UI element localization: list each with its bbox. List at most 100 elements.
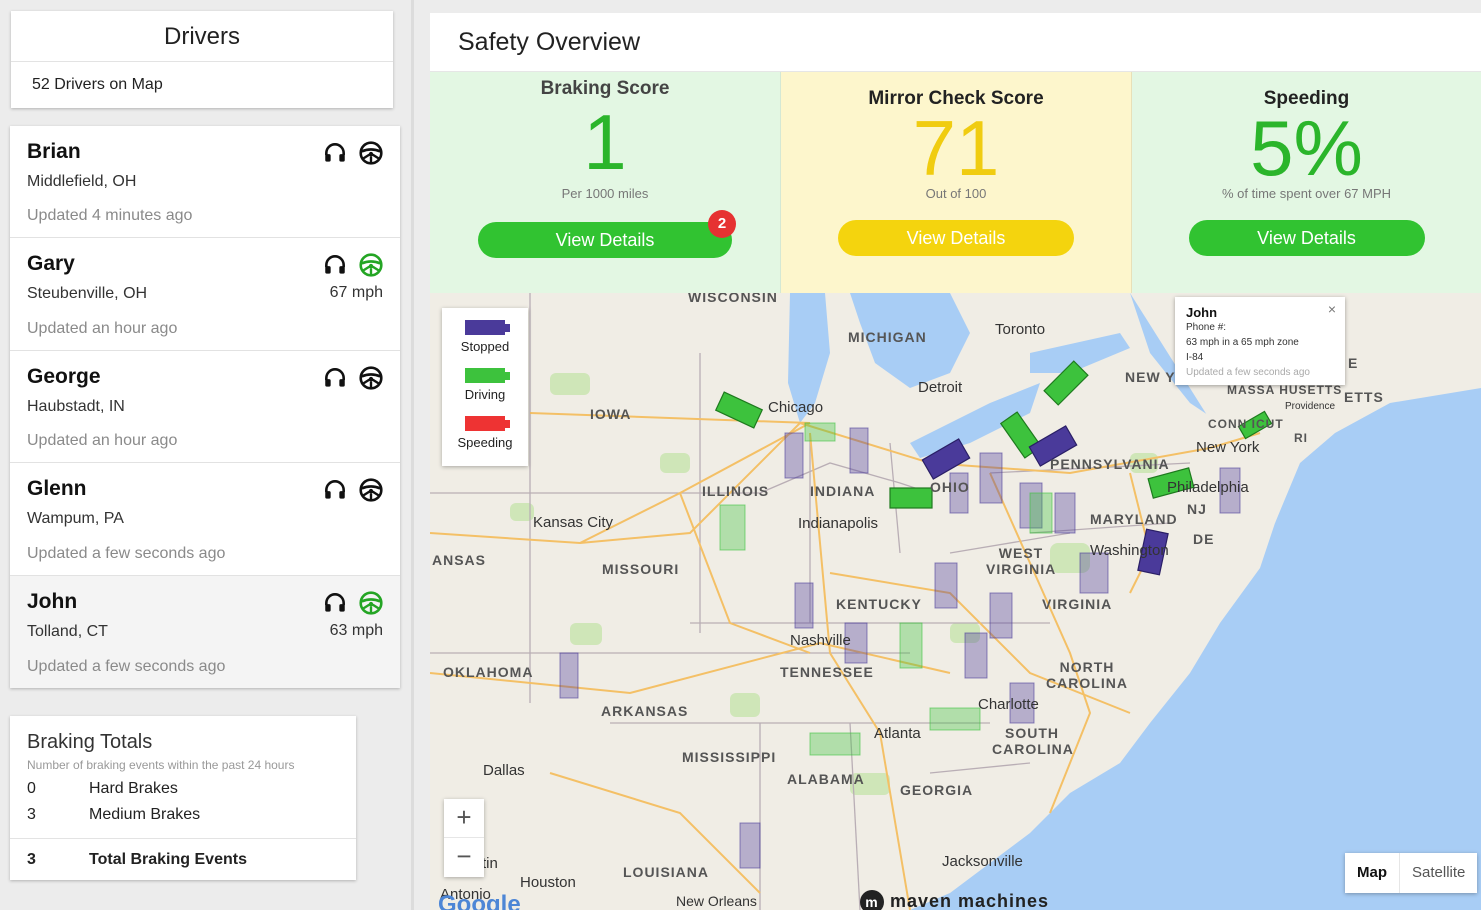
state-label: ALABAMA [787,771,865,787]
driver-updated: Updated a few seconds ago [27,657,226,675]
score-subtitle: % of time spent over 67 MPH [1221,186,1392,201]
state-label: ILLINOIS [702,483,770,499]
state-label: OKLAHOMA [443,664,534,680]
truck-icon [465,368,510,383]
driver-updated: Updated 4 minutes ago [27,207,193,225]
view-details-button[interactable]: View Details [1188,220,1425,256]
steering-wheel-icon [358,252,384,278]
page-title: Safety Overview [430,13,1481,72]
legend-label: Speeding [457,435,513,450]
popup-message: 63 mph in a 65 mph zone [1186,337,1299,348]
state-label: PENNSYLVANIA [1050,456,1170,472]
braking-totals-subtitle: Number of braking events within the past… [27,758,295,772]
state-label: DE [1193,531,1215,547]
state-label: IOWA [590,406,632,422]
steering-wheel-icon [358,590,384,616]
speeding-score-card: Speeding 5% % of time spent over 67 MPH … [1132,72,1481,293]
mirror-check-score-card: Mirror Check Score 71 Out of 100 View De… [781,72,1132,293]
headset-icon[interactable] [322,477,348,503]
state-label: OHIO [930,479,970,495]
main-panel: Safety Overview Braking Score 1 Per 1000… [430,13,1481,910]
score-subtitle: Out of 100 [925,186,987,201]
headset-icon[interactable] [322,590,348,616]
steering-wheel-icon [358,140,384,166]
legend-label: Stopped [460,339,510,354]
city-label: Washington [1090,542,1169,559]
truck-icon [465,416,510,431]
city-label: Toronto [995,321,1046,338]
driver-updated: Updated an hour ago [27,432,178,450]
legend-item-driving: Driving [442,356,528,404]
zoom-controls: + − [444,799,484,877]
braking-label: Medium Brakes [89,806,201,823]
state-label: ETTS [1344,389,1384,405]
map-type-satellite-button[interactable]: Satellite [1400,853,1477,893]
state-label: VIRGINIA [1042,596,1113,612]
map-type-map-button[interactable]: Map [1345,853,1400,893]
driver-item-george[interactable]: George Haubstadt, IN Updated an hour ago [10,351,400,464]
city-label: Detroit [918,379,963,396]
braking-count: 3 [27,806,36,823]
fleet-map[interactable]: WISCONSIN MICHIGAN IOWA ILLINOIS INDIANA… [430,293,1481,910]
state-label: MASSA HUSETTS [1227,383,1343,397]
city-label: New Orleans [676,893,757,909]
driver-speed: 67 mph [329,284,383,302]
city-label: New York [1196,439,1260,456]
state-label: TENNESSEE [780,664,874,680]
state-label: GEORGIA [900,782,974,798]
drivers-title: Drivers [11,11,393,62]
city-label: Chicago [768,399,824,416]
state-label: WISCONSIN [688,293,778,305]
driver-updated: Updated a few seconds ago [27,544,226,562]
city-label: tin [482,855,498,872]
state-label: NEW Y [1125,369,1176,385]
view-details-label: View Details [555,230,655,250]
popup-phone: Phone #: [1186,322,1227,333]
brand-name: maven machines [890,890,1050,910]
braking-row-medium: 3 Medium Brakes [10,802,356,828]
score-value: 5% [1250,104,1363,192]
view-details-label: View Details [906,228,1006,248]
braking-totals-title: Braking Totals [27,731,153,753]
driver-item-brian[interactable]: Brian Middlefield, OH Updated 4 minutes … [10,126,400,239]
close-icon[interactable]: × [1328,302,1336,317]
city-label: Kansas City [533,514,614,531]
braking-count: 0 [27,780,36,797]
headset-icon[interactable] [322,365,348,391]
driver-speed: 63 mph [329,621,383,639]
city-label: Indianapolis [798,515,879,532]
state-label: WEST VIRGINIA [986,545,1057,577]
map-legend: Stopped Driving Speeding [442,308,528,466]
driver-list: Brian Middlefield, OH Updated 4 minutes … [10,126,400,688]
view-details-button[interactable]: View Details [838,220,1074,256]
driver-item-john[interactable]: John Tolland, CT Updated a few seconds a… [10,575,400,688]
state-label: CONN ICUT [1208,417,1284,431]
driver-location: Wampum, PA [27,510,124,528]
score-value: 1 [583,98,627,186]
drivers-count: 52 Drivers on Map [32,76,163,93]
zoom-in-button[interactable]: + [444,799,484,838]
driver-info-popup: John Phone #: 63 mph in a 65 mph zone I-… [1175,297,1345,385]
popup-updated: Updated a few seconds ago [1186,367,1310,378]
headset-icon[interactable] [322,140,348,166]
sidebar: Drivers 52 Drivers on Map Brian Middlefi… [0,0,414,910]
state-label: LOUISIANA [623,864,709,880]
city-label: Atlanta [874,725,921,742]
google-logo: Google [438,891,521,910]
notification-badge: 2 [708,210,736,238]
driver-item-glenn[interactable]: Glenn Wampum, PA Updated a few seconds a… [10,463,400,576]
score-value: 71 [912,104,1000,192]
steering-wheel-icon [358,477,384,503]
popup-road: I-84 [1186,352,1204,363]
view-details-button[interactable]: View Details 2 [478,210,736,258]
zoom-out-button[interactable]: − [444,838,484,877]
driver-item-gary[interactable]: Gary Steubenville, OH Updated an hour ag… [10,238,400,351]
driver-location: Haubstadt, IN [27,397,125,415]
state-label: MARYLAND [1090,511,1178,527]
legend-item-stopped: Stopped [442,308,528,356]
headset-icon[interactable] [322,252,348,278]
city-label: Philadelphia [1167,479,1249,496]
city-label: Jacksonville [942,853,1023,870]
view-details-label: View Details [1257,228,1356,248]
braking-totals-card: Braking Totals Number of braking events … [10,716,356,880]
